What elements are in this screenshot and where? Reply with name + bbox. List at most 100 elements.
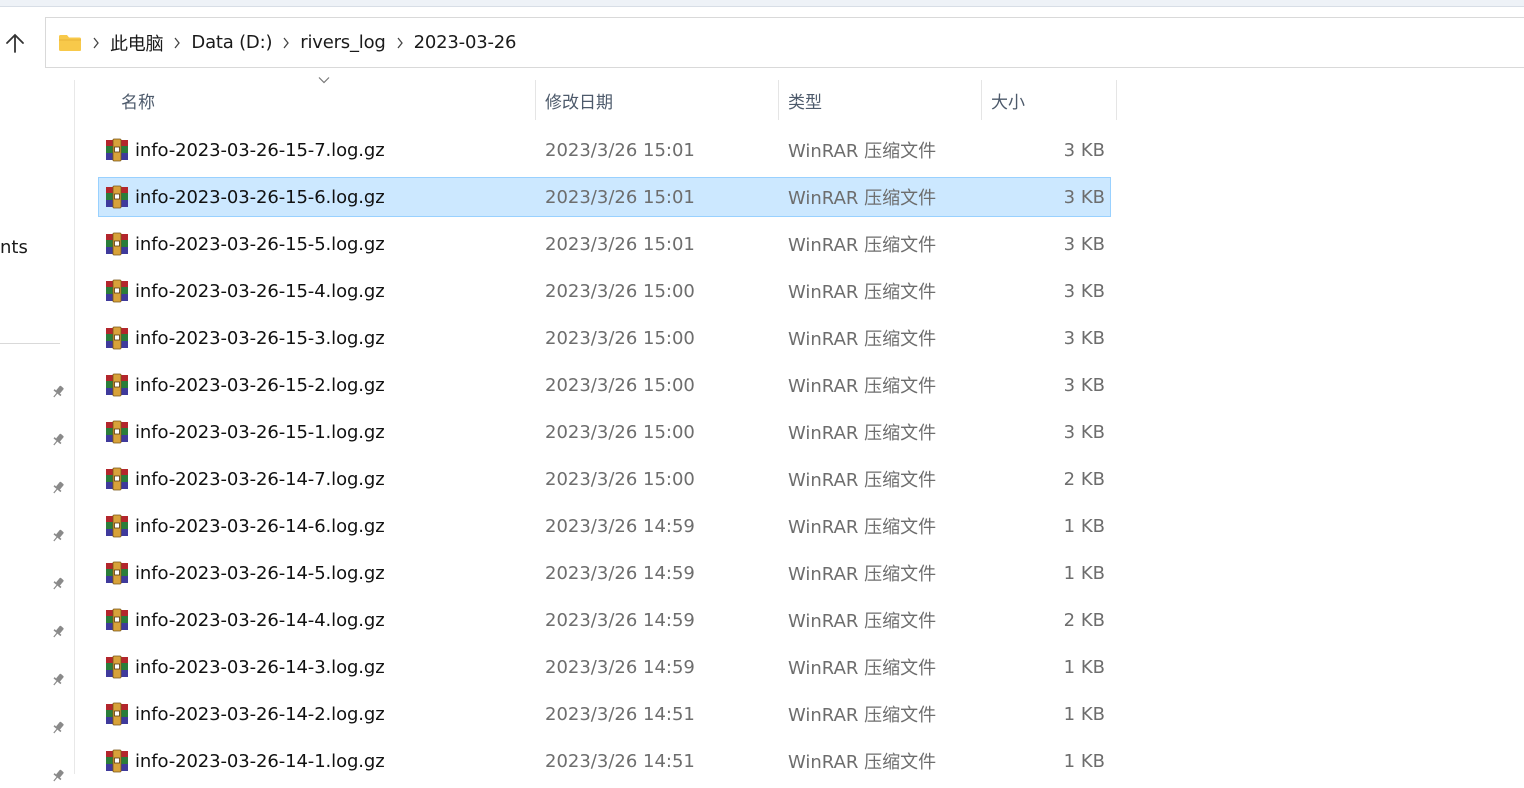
pin-icon[interactable]	[50, 672, 66, 688]
file-row[interactable]: info-2023-03-26-14-1.log.gz 2023/3/26 14:…	[98, 741, 1111, 781]
file-type: WinRAR 压缩文件	[788, 329, 937, 350]
pin-icon[interactable]	[50, 384, 66, 400]
breadcrumb-item-this-pc[interactable]: 此电脑	[110, 30, 164, 56]
file-type: WinRAR 压缩文件	[788, 658, 937, 679]
file-name: info-2023-03-26-15-4.log.gz	[135, 280, 385, 302]
file-name: info-2023-03-26-15-2.log.gz	[135, 374, 385, 396]
winrar-archive-icon	[106, 561, 128, 585]
navigation-pane	[0, 68, 74, 774]
file-row[interactable]: info-2023-03-26-15-5.log.gz 2023/3/26 15:…	[98, 224, 1111, 264]
nav-item-label[interactable]: nts	[0, 237, 28, 258]
up-button[interactable]	[0, 26, 30, 60]
file-row[interactable]: info-2023-03-26-14-7.log.gz 2023/3/26 15:…	[98, 459, 1111, 499]
file-row[interactable]: info-2023-03-26-15-3.log.gz 2023/3/26 15:…	[98, 318, 1111, 358]
file-name: info-2023-03-26-15-1.log.gz	[135, 421, 385, 443]
file-row[interactable]: info-2023-03-26-14-5.log.gz 2023/3/26 14:…	[98, 553, 1111, 593]
pin-icon[interactable]	[50, 624, 66, 640]
pin-icon[interactable]	[50, 576, 66, 592]
winrar-archive-icon	[106, 702, 128, 726]
file-row[interactable]: info-2023-03-26-14-3.log.gz 2023/3/26 14:…	[98, 647, 1111, 687]
file-date: 2023/3/26 14:59	[545, 656, 695, 678]
folder-icon	[58, 34, 82, 52]
file-type: WinRAR 压缩文件	[788, 235, 937, 256]
winrar-archive-icon	[106, 232, 128, 256]
column-header-date[interactable]: 修改日期	[535, 80, 778, 120]
winrar-archive-icon	[106, 279, 128, 303]
file-size: 3 KB	[1063, 280, 1105, 302]
winrar-archive-icon	[106, 138, 128, 162]
file-date: 2023/3/26 14:59	[545, 609, 695, 631]
column-header-size[interactable]: 大小	[981, 80, 1116, 120]
file-type: WinRAR 压缩文件	[788, 611, 937, 632]
column-divider[interactable]	[1116, 80, 1117, 120]
file-row[interactable]: info-2023-03-26-15-2.log.gz 2023/3/26 15:…	[98, 365, 1111, 405]
file-name: info-2023-03-26-14-3.log.gz	[135, 656, 385, 678]
file-date: 2023/3/26 15:00	[545, 374, 695, 396]
winrar-archive-icon	[106, 326, 128, 350]
file-row[interactable]: info-2023-03-26-15-6.log.gz 2023/3/26 15:…	[98, 177, 1111, 217]
winrar-archive-icon	[106, 608, 128, 632]
file-row[interactable]: info-2023-03-26-14-4.log.gz 2023/3/26 14:…	[98, 600, 1111, 640]
file-size: 1 KB	[1063, 750, 1105, 772]
window-top-strip	[0, 0, 1524, 7]
file-size: 3 KB	[1063, 374, 1105, 396]
breadcrumb-item-drive[interactable]: Data (D:)	[191, 32, 272, 53]
file-name: info-2023-03-26-14-1.log.gz	[135, 750, 385, 772]
chevron-right-icon[interactable]	[92, 36, 100, 50]
file-size: 2 KB	[1063, 609, 1105, 631]
file-date: 2023/3/26 15:00	[545, 468, 695, 490]
file-name: info-2023-03-26-14-6.log.gz	[135, 515, 385, 537]
column-header-name[interactable]: 名称	[111, 80, 535, 120]
winrar-archive-icon	[106, 467, 128, 491]
file-name: info-2023-03-26-15-5.log.gz	[135, 233, 385, 255]
file-date: 2023/3/26 15:00	[545, 421, 695, 443]
file-date: 2023/3/26 15:01	[545, 186, 695, 208]
file-date: 2023/3/26 15:00	[545, 327, 695, 349]
navigation-pane-border	[74, 80, 75, 774]
file-date: 2023/3/26 15:01	[545, 139, 695, 161]
file-row[interactable]: info-2023-03-26-14-2.log.gz 2023/3/26 14:…	[98, 694, 1111, 734]
file-type: WinRAR 压缩文件	[788, 517, 937, 538]
file-row[interactable]: info-2023-03-26-15-7.log.gz 2023/3/26 15:…	[98, 130, 1111, 170]
file-type: WinRAR 压缩文件	[788, 705, 937, 726]
nav-divider	[0, 343, 60, 344]
file-name: info-2023-03-26-14-2.log.gz	[135, 703, 385, 725]
pin-icon[interactable]	[50, 432, 66, 448]
file-size: 1 KB	[1063, 562, 1105, 584]
file-date: 2023/3/26 14:59	[545, 515, 695, 537]
file-size: 3 KB	[1063, 139, 1105, 161]
file-row[interactable]: info-2023-03-26-15-1.log.gz 2023/3/26 15:…	[98, 412, 1111, 452]
file-name: info-2023-03-26-14-5.log.gz	[135, 562, 385, 584]
file-row[interactable]: info-2023-03-26-15-4.log.gz 2023/3/26 15:…	[98, 271, 1111, 311]
file-size: 3 KB	[1063, 186, 1105, 208]
file-size: 3 KB	[1063, 421, 1105, 443]
file-size: 1 KB	[1063, 703, 1105, 725]
file-size: 1 KB	[1063, 656, 1105, 678]
pin-icon[interactable]	[50, 768, 66, 784]
breadcrumb-item-current[interactable]: 2023-03-26	[414, 32, 517, 53]
address-bar[interactable]: 此电脑 Data (D:) rivers_log 2023-03-26	[45, 17, 1524, 68]
file-date: 2023/3/26 15:01	[545, 233, 695, 255]
file-size: 3 KB	[1063, 233, 1105, 255]
file-type: WinRAR 压缩文件	[788, 282, 937, 303]
pin-icon[interactable]	[50, 720, 66, 736]
file-type: WinRAR 压缩文件	[788, 423, 937, 444]
column-header-row: 名称 修改日期 类型 大小	[75, 77, 1117, 120]
file-row[interactable]: info-2023-03-26-14-6.log.gz 2023/3/26 14:…	[98, 506, 1111, 546]
winrar-archive-icon	[106, 655, 128, 679]
column-header-type[interactable]: 类型	[778, 80, 981, 120]
file-name: info-2023-03-26-15-7.log.gz	[135, 139, 385, 161]
file-date: 2023/3/26 14:51	[545, 750, 695, 772]
pin-icon[interactable]	[50, 480, 66, 496]
file-date: 2023/3/26 15:00	[545, 280, 695, 302]
chevron-right-icon[interactable]	[396, 36, 404, 50]
file-type: WinRAR 压缩文件	[788, 141, 937, 162]
file-type: WinRAR 压缩文件	[788, 752, 937, 773]
chevron-right-icon[interactable]	[282, 36, 290, 50]
pin-icon[interactable]	[50, 528, 66, 544]
chevron-right-icon[interactable]	[173, 36, 181, 50]
file-type: WinRAR 压缩文件	[788, 564, 937, 585]
file-name: info-2023-03-26-14-7.log.gz	[135, 468, 385, 490]
winrar-archive-icon	[106, 420, 128, 444]
breadcrumb-item-folder[interactable]: rivers_log	[300, 32, 386, 53]
